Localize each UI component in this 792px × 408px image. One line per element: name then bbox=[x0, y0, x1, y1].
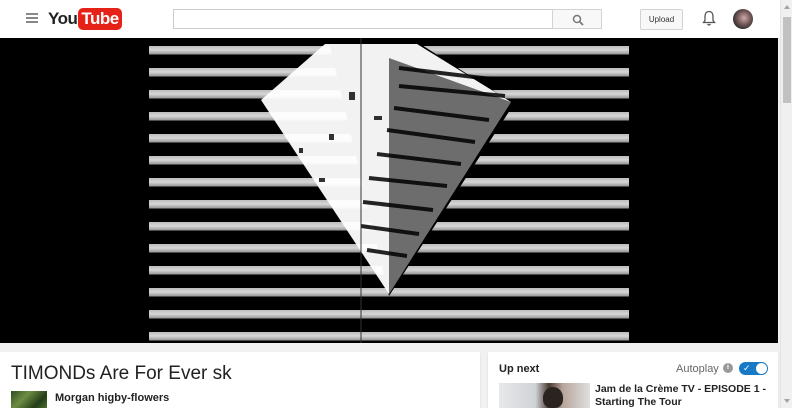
youtube-logo[interactable]: You Tube bbox=[48, 8, 122, 30]
masthead: You Tube Upload bbox=[0, 0, 780, 38]
avatar[interactable] bbox=[733, 9, 753, 29]
up-next-card: Up next Autoplay i ✓ Jam de la Crème TV … bbox=[488, 352, 778, 408]
autoplay-toggle[interactable]: ✓ bbox=[739, 362, 768, 375]
search-input[interactable] bbox=[174, 10, 552, 28]
video-title: TIMONDs Are For Ever sk bbox=[11, 363, 232, 384]
hamburger-menu-icon[interactable] bbox=[26, 13, 38, 25]
logo-tube-text: Tube bbox=[78, 8, 122, 30]
logo-you-text: You bbox=[48, 9, 78, 28]
search-box bbox=[173, 9, 553, 29]
info-icon[interactable]: i bbox=[723, 363, 733, 373]
bell-icon[interactable] bbox=[701, 10, 717, 27]
next-video-thumbnail[interactable] bbox=[499, 383, 590, 408]
search-icon bbox=[572, 14, 584, 26]
up-next-heading: Up next bbox=[499, 363, 540, 375]
video-frame[interactable] bbox=[149, 38, 629, 343]
page-scrollbar[interactable] bbox=[780, 0, 792, 408]
channel-name-link[interactable]: Morgan higby-flowers bbox=[55, 392, 169, 404]
toggle-knob bbox=[756, 363, 767, 374]
scroll-down-arrow[interactable] bbox=[781, 394, 792, 408]
video-info-card: TIMONDs Are For Ever sk Morgan higby-flo… bbox=[0, 352, 480, 408]
scroll-thumb[interactable] bbox=[783, 17, 791, 103]
upload-button[interactable]: Upload bbox=[640, 9, 683, 30]
autoplay-label: Autoplay bbox=[676, 363, 719, 375]
scroll-up-arrow[interactable] bbox=[781, 0, 792, 14]
search-button[interactable] bbox=[552, 9, 602, 29]
channel-thumbnail[interactable] bbox=[11, 391, 47, 408]
video-player[interactable] bbox=[0, 38, 778, 343]
check-icon: ✓ bbox=[743, 363, 751, 373]
next-video-title-link[interactable]: Jam de la Crème TV - EPISODE 1 - Startin… bbox=[595, 383, 771, 408]
video-frame-image bbox=[261, 38, 514, 343]
thumbnail-person bbox=[543, 387, 563, 408]
